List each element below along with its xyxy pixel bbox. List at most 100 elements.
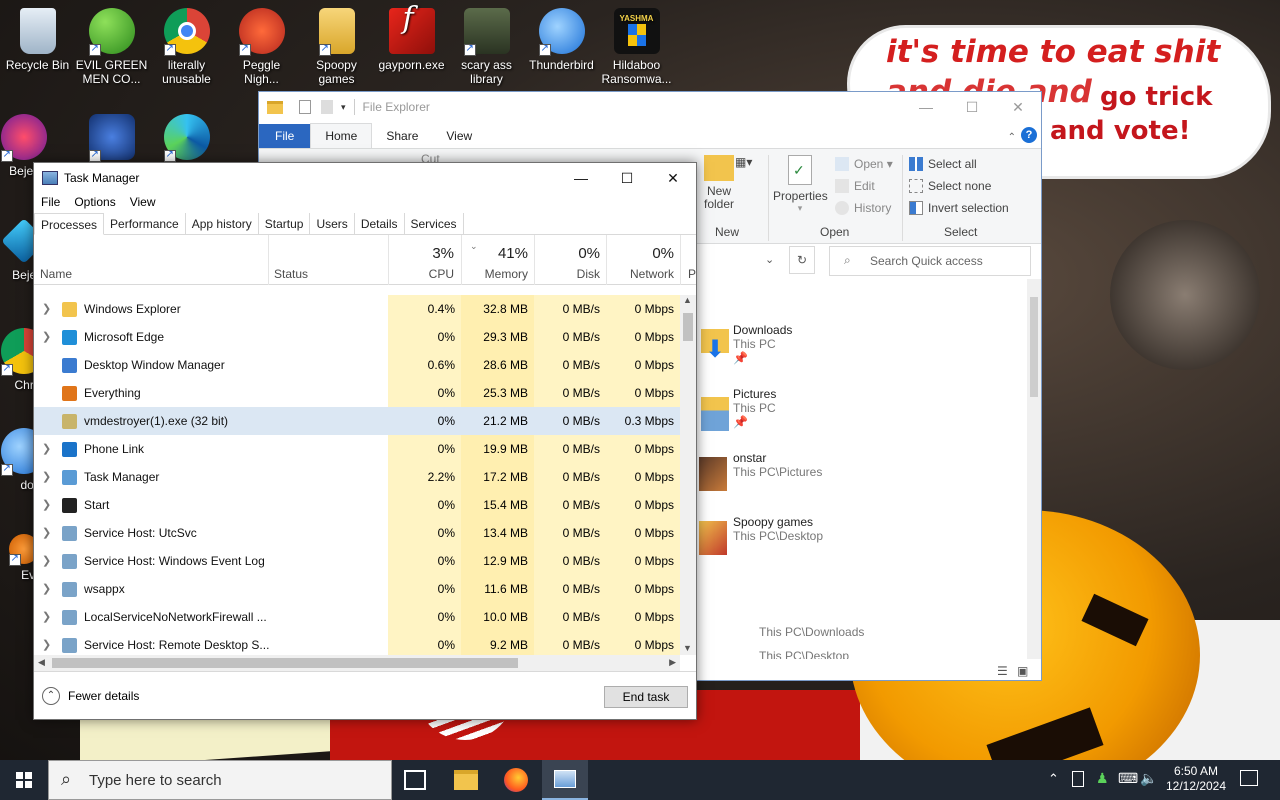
properties-button[interactable]: ✓ Properties ▾ bbox=[773, 155, 828, 214]
process-row[interactable]: ❯ Service Host: Windows Event Log 0% 12.… bbox=[34, 547, 680, 575]
expand-chevron-icon[interactable]: ❯ bbox=[42, 435, 51, 463]
process-row[interactable]: ❯ Start 0% 15.4 MB 0 MB/s 0 Mbps bbox=[34, 491, 680, 519]
hscroll-thumb[interactable] bbox=[52, 658, 518, 668]
desktop-icon-evil-green-men[interactable]: EVIL GREEN MEN CO... bbox=[74, 2, 149, 86]
desktop-icon-spoopy-games[interactable]: Spoopy games bbox=[299, 2, 374, 86]
tab-details[interactable]: Details bbox=[355, 213, 405, 234]
minimize-icon[interactable]: — bbox=[558, 163, 604, 193]
tab-share[interactable]: Share bbox=[372, 124, 432, 148]
expand-chevron-icon[interactable]: ❯ bbox=[42, 575, 51, 603]
search-input[interactable]: ⌕ Search Quick access bbox=[829, 246, 1031, 276]
qat-newfolder-icon[interactable] bbox=[321, 100, 333, 114]
column-memory[interactable]: Memory bbox=[466, 267, 528, 281]
tab-app-history[interactable]: App history bbox=[186, 213, 259, 234]
column-power[interactable]: P bbox=[688, 267, 696, 281]
task-view-icon[interactable] bbox=[404, 770, 426, 790]
tab-users[interactable]: Users bbox=[310, 213, 355, 234]
process-row[interactable]: ❯ Phone Link 0% 19.9 MB 0 MB/s 0 Mbps bbox=[34, 435, 680, 463]
close-icon[interactable]: ✕ bbox=[995, 92, 1041, 122]
column-cpu[interactable]: CPU bbox=[394, 267, 454, 281]
process-row[interactable]: Everything 0% 25.3 MB 0 MB/s 0 Mbps bbox=[34, 379, 680, 407]
taskbar-search-input[interactable]: ⌕ Type here to search bbox=[48, 760, 392, 800]
file-explorer-scrollbar[interactable] bbox=[1027, 279, 1041, 659]
menu-file[interactable]: File bbox=[34, 193, 67, 213]
large-icons-view-icon[interactable]: ▣ bbox=[1017, 664, 1028, 678]
task-manager-taskbar-button[interactable] bbox=[542, 760, 588, 800]
process-row[interactable]: Desktop Window Manager 0.6% 28.6 MB 0 MB… bbox=[34, 351, 680, 379]
expand-chevron-icon[interactable]: ❯ bbox=[42, 463, 51, 491]
desktop-icon-mp[interactable] bbox=[74, 108, 149, 164]
maximize-icon[interactable]: ☐ bbox=[949, 92, 995, 122]
people-icon[interactable]: ♟ bbox=[1096, 770, 1109, 787]
process-row[interactable]: ❯ wsappx 0% 11.6 MB 0 MB/s 0 Mbps bbox=[34, 575, 680, 603]
process-row[interactable]: ❯ Service Host: UtcSvc 0% 13.4 MB 0 MB/s… bbox=[34, 519, 680, 547]
qat-properties-icon[interactable] bbox=[299, 100, 311, 114]
fewer-details-button[interactable]: ⌃ Fewer details bbox=[42, 687, 139, 705]
details-view-icon[interactable]: ☰ bbox=[997, 664, 1008, 678]
select-all-button[interactable]: Select all bbox=[909, 157, 977, 171]
tab-view[interactable]: View bbox=[432, 124, 486, 148]
firefox-icon[interactable] bbox=[504, 768, 528, 792]
scroll-left-icon[interactable]: ◀ bbox=[38, 657, 45, 668]
file-explorer-taskbar-icon[interactable] bbox=[454, 770, 478, 790]
desktop-icon-gayporn[interactable]: f gayporn.exe bbox=[374, 2, 449, 73]
file-explorer-titlebar[interactable]: ▾ File Explorer — ☐ ✕ bbox=[259, 92, 1041, 122]
scroll-right-icon[interactable]: ▶ bbox=[669, 657, 676, 668]
ribbon-collapse-icon[interactable]: ⌃ bbox=[1003, 127, 1021, 148]
tab-performance[interactable]: Performance bbox=[104, 213, 186, 234]
desktop-icon-literally-unusable[interactable]: literally unusable bbox=[149, 2, 224, 86]
volume-icon[interactable]: 🔈 bbox=[1140, 770, 1157, 787]
desktop-icon-recycle-bin[interactable]: Recycle Bin bbox=[0, 2, 75, 72]
expand-chevron-icon[interactable]: ❯ bbox=[42, 519, 51, 547]
expand-chevron-icon[interactable]: ❯ bbox=[42, 631, 51, 655]
process-row[interactable]: ❯ Service Host: Remote Desktop S... 0% 9… bbox=[34, 631, 680, 655]
quick-access-item-spoopy-games[interactable]: Spoopy games This PC\Desktop bbox=[733, 515, 823, 543]
address-dropdown-icon[interactable]: ⌄ bbox=[765, 253, 774, 266]
column-status[interactable]: Status bbox=[274, 267, 308, 281]
quick-access-item-pictures[interactable]: Pictures This PC 📌 bbox=[733, 387, 776, 429]
menu-view[interactable]: View bbox=[123, 193, 163, 213]
process-list-scrollbar[interactable]: ▲ ▼ bbox=[680, 295, 696, 655]
scroll-thumb[interactable] bbox=[683, 313, 693, 341]
desktop-icon-peggle[interactable]: Peggle Nigh... bbox=[224, 2, 299, 86]
tab-file[interactable]: File bbox=[259, 124, 311, 148]
open-button[interactable]: Open ▾ bbox=[835, 157, 893, 171]
tab-services[interactable]: Services bbox=[405, 213, 464, 234]
expand-chevron-icon[interactable]: ❯ bbox=[42, 323, 51, 351]
quick-access-item-downloads[interactable]: Downloads This PC 📌 bbox=[733, 323, 792, 365]
recent-path-desktop[interactable]: This PC\Desktop bbox=[759, 649, 849, 659]
edit-button[interactable]: Edit bbox=[835, 179, 875, 193]
task-manager-titlebar[interactable]: Task Manager — ☐ ✕ bbox=[34, 163, 696, 193]
desktop-icon-hildaboo[interactable]: YASHMA Hildaboo Ransomwa... bbox=[599, 2, 674, 86]
menu-options[interactable]: Options bbox=[67, 193, 122, 213]
chevron-up-icon[interactable]: ⌃ bbox=[1048, 771, 1059, 787]
history-button[interactable]: History bbox=[835, 201, 891, 215]
notifications-icon[interactable] bbox=[1240, 770, 1258, 786]
scroll-up-icon[interactable]: ▲ bbox=[683, 295, 692, 305]
desktop-icon-thunderbird[interactable]: Thunderbird bbox=[524, 2, 599, 72]
process-row[interactable]: ❯ Windows Explorer 0.4% 32.8 MB 0 MB/s 0… bbox=[34, 295, 680, 323]
expand-chevron-icon[interactable]: ❯ bbox=[42, 295, 51, 323]
horizontal-scrollbar[interactable]: ◀ ▶ bbox=[34, 655, 680, 671]
column-name[interactable]: Name bbox=[40, 267, 72, 281]
tab-startup[interactable]: Startup bbox=[259, 213, 311, 234]
new-item-icon[interactable]: ▦▾ bbox=[735, 155, 752, 169]
expand-chevron-icon[interactable]: ❯ bbox=[42, 491, 51, 519]
close-icon[interactable]: ✕ bbox=[650, 163, 696, 193]
scroll-down-icon[interactable]: ▼ bbox=[683, 643, 692, 653]
quick-access-item-onstar[interactable]: onstar This PC\Pictures bbox=[733, 451, 822, 479]
process-row[interactable]: ❯ Task Manager 2.2% 17.2 MB 0 MB/s 0 Mbp… bbox=[34, 463, 680, 491]
select-none-button[interactable]: Select none bbox=[909, 179, 991, 193]
refresh-icon[interactable]: ↻ bbox=[789, 246, 815, 274]
desktop-icon-scary-ass-library[interactable]: scary ass library bbox=[449, 2, 524, 86]
minimize-icon[interactable]: — bbox=[903, 92, 949, 122]
expand-chevron-icon[interactable]: ❯ bbox=[42, 547, 51, 575]
clock[interactable]: 6:50 AM 12/12/2024 bbox=[1160, 764, 1232, 794]
process-row[interactable]: ❯ Microsoft Edge 0% 29.3 MB 0 MB/s 0 Mbp… bbox=[34, 323, 680, 351]
end-task-button[interactable]: End task bbox=[604, 686, 688, 708]
column-network[interactable]: Network bbox=[610, 267, 674, 281]
network-icon[interactable]: ⌨ bbox=[1118, 770, 1138, 787]
qat-dropdown-icon[interactable]: ▾ bbox=[341, 102, 346, 113]
process-row[interactable]: ❯ LocalServiceNoNetworkFirewall ... 0% 1… bbox=[34, 603, 680, 631]
column-disk[interactable]: Disk bbox=[538, 267, 600, 281]
